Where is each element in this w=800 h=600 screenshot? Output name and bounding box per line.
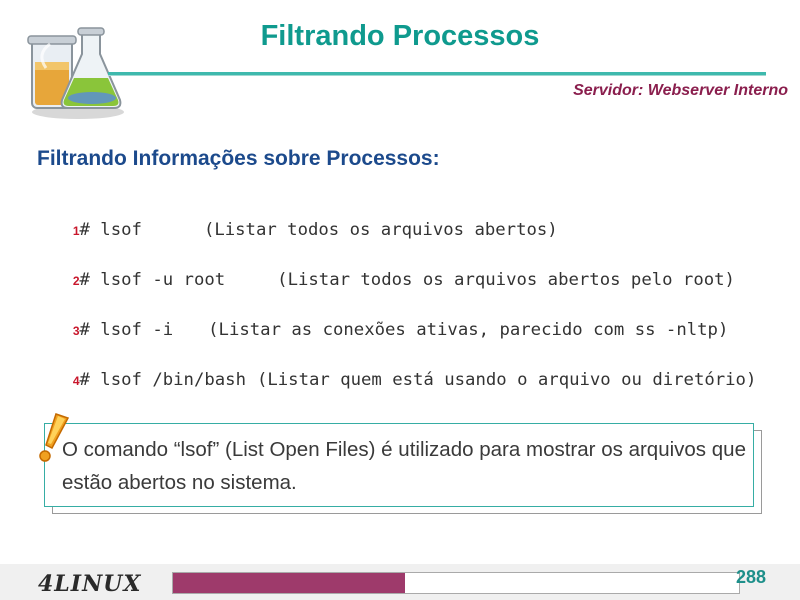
svg-text:4LINUX: 4LINUX <box>38 571 141 596</box>
slide-progress-bar <box>172 572 740 594</box>
page-title: Filtrando Processos <box>260 20 540 52</box>
section-heading: Filtrando Informações sobre Processos: <box>37 147 440 170</box>
command-line-4: 4# lsof /bin/bash (Listar quem está usand… <box>52 350 757 390</box>
command-number: 4 <box>72 374 80 388</box>
command-description: (Listar todos os arquivos abertos pelo r… <box>277 270 735 290</box>
title-divider <box>108 72 766 76</box>
note-text: O comando “lsof” (List Open Files) é uti… <box>62 438 746 494</box>
command-text: # lsof <box>79 220 142 240</box>
command-text: # lsof /bin/bash <box>79 370 246 390</box>
command-description: (Listar quem está usando o arquivo ou di… <box>256 370 757 390</box>
command-description: (Listar as conexões ativas, parecido com… <box>208 320 729 340</box>
command-number: 1 <box>72 224 80 238</box>
command-text: # lsof -i <box>79 320 174 340</box>
page-number: 288 <box>736 567 767 587</box>
command-number: 3 <box>72 324 80 338</box>
command-line-2: 2# lsof -u root (Listar todos os arquivos… <box>52 250 735 290</box>
server-label: Servidor: Webserver Interno <box>573 82 788 99</box>
4linux-logo: 4LINUX <box>38 571 141 596</box>
command-text: # lsof -u root <box>79 270 226 290</box>
slide-progress-fill <box>173 573 406 593</box>
command-line-1: 1# lsof (Listar todos os arquivos abertos… <box>52 200 558 240</box>
command-number: 2 <box>72 274 80 288</box>
command-description: (Listar todos os arquivos abertos) <box>203 220 558 240</box>
command-line-3: 3# lsof -i (Listar as conexões ativas, pa… <box>52 300 729 340</box>
